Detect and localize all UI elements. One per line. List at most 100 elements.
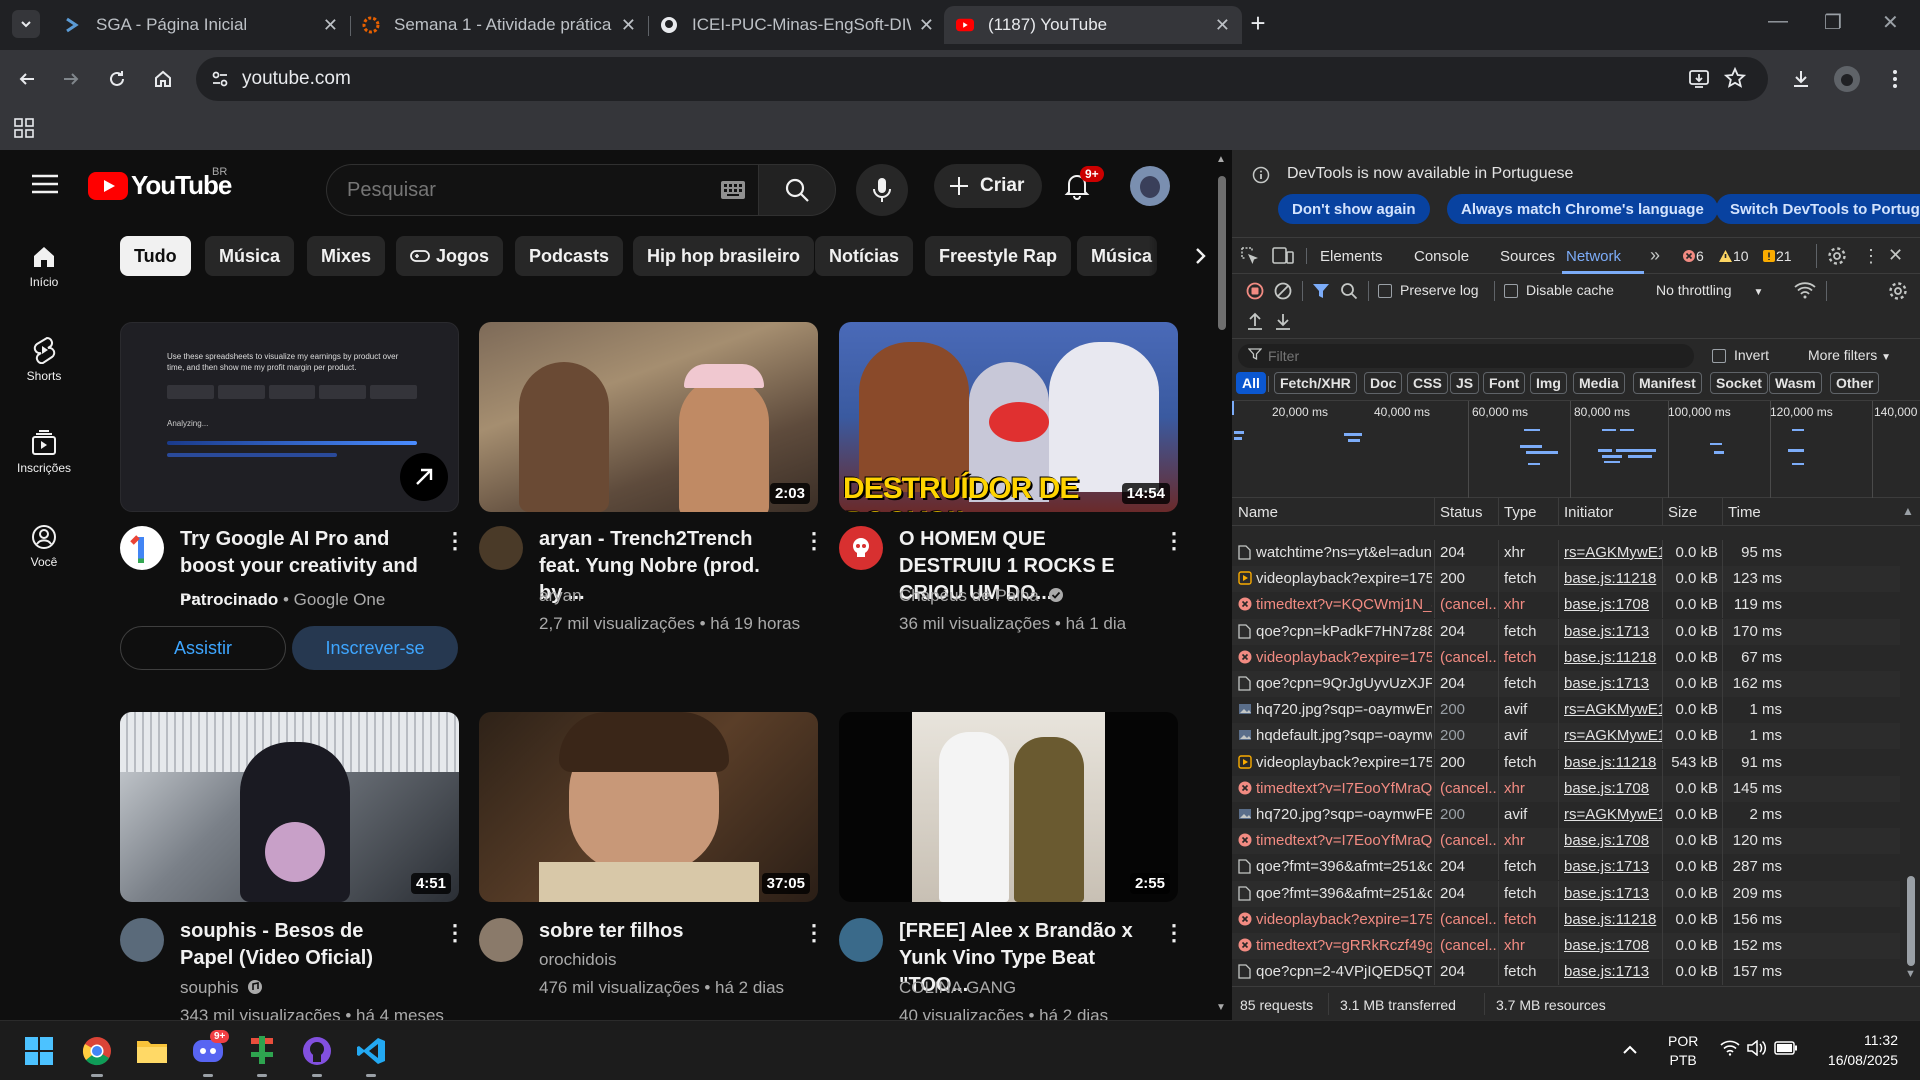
filter-funnel-icon[interactable] bbox=[1312, 282, 1330, 303]
filter-socket[interactable]: Socket bbox=[1710, 372, 1768, 394]
sidenav-home[interactable]: Início bbox=[0, 244, 88, 289]
cell-initiator[interactable]: rs=AGKMywE1MR bbox=[1564, 802, 1662, 828]
network-request-row[interactable]: timedtext?v=I7EooYfMraQ&ei... (cancel... x… bbox=[1232, 828, 1900, 855]
match-language-button[interactable]: Always match Chrome's language bbox=[1447, 194, 1718, 224]
channel-avatar[interactable] bbox=[479, 918, 523, 962]
chip-podcasts[interactable]: Podcasts bbox=[515, 236, 624, 276]
search-icon[interactable] bbox=[1340, 282, 1358, 303]
cell-initiator[interactable]: base.js:1713 bbox=[1564, 854, 1662, 880]
site-info-icon[interactable] bbox=[210, 69, 230, 95]
inspect-element-icon[interactable] bbox=[1240, 246, 1260, 269]
channel-name[interactable]: aryan bbox=[539, 582, 582, 609]
settings-gear-icon[interactable] bbox=[1827, 246, 1847, 269]
cell-initiator[interactable]: base.js:1713 bbox=[1564, 619, 1662, 645]
ad-thumbnail[interactable]: Use these spreadsheets to visualize my e… bbox=[120, 322, 459, 512]
tab-github[interactable]: ICEI-PUC-Minas-EngSoft-DIW/ ✕ bbox=[648, 6, 946, 44]
cell-initiator[interactable]: base.js:1708 bbox=[1564, 592, 1662, 618]
record-stop-icon[interactable] bbox=[1246, 282, 1264, 303]
chips-next-button[interactable] bbox=[1148, 236, 1208, 276]
chip-news[interactable]: Notícias bbox=[815, 236, 914, 276]
voice-search-button[interactable] bbox=[856, 164, 908, 216]
cell-initiator[interactable]: rs=AGKMywE1MR bbox=[1564, 697, 1662, 723]
timeline-overview[interactable]: 20,000 ms 40,000 ms 60,000 ms 80,000 ms … bbox=[1232, 400, 1920, 499]
sidenav-you[interactable]: Você bbox=[0, 524, 88, 569]
panel-elements[interactable]: Elements bbox=[1320, 248, 1383, 265]
close-icon[interactable]: ✕ bbox=[919, 15, 934, 36]
close-devtools-icon[interactable]: ✕ bbox=[1888, 245, 1903, 266]
scroll-down-icon[interactable]: ▼ bbox=[1905, 968, 1916, 980]
address-bar[interactable]: youtube.com bbox=[196, 57, 1768, 101]
video-menu-button[interactable]: ⋮ bbox=[1163, 920, 1185, 946]
col-initiator[interactable]: Initiator bbox=[1564, 504, 1613, 521]
back-button[interactable] bbox=[12, 64, 42, 94]
tab-search-button[interactable] bbox=[12, 10, 40, 38]
channel-avatar[interactable] bbox=[120, 918, 164, 962]
external-link-icon[interactable] bbox=[400, 453, 448, 501]
import-har-icon[interactable] bbox=[1246, 312, 1264, 335]
filter-doc[interactable]: Doc bbox=[1364, 372, 1403, 394]
search-button[interactable] bbox=[758, 164, 836, 216]
tab-youtube[interactable]: (1187) YouTube ✕ bbox=[944, 6, 1242, 44]
invert-checkbox[interactable] bbox=[1712, 349, 1726, 363]
battery-icon[interactable] bbox=[1774, 1041, 1798, 1060]
network-request-row[interactable]: hq720.jpg?sqp=-oaymwEnCN... 200 avif rs=AGK… bbox=[1232, 697, 1900, 724]
close-icon[interactable]: ✕ bbox=[1215, 15, 1230, 36]
chip-freestyle[interactable]: Freestyle Rap bbox=[925, 236, 1072, 276]
scrollbar-thumb[interactable] bbox=[1218, 176, 1226, 330]
filter-css[interactable]: CSS bbox=[1407, 372, 1448, 394]
cell-initiator[interactable]: base.js:11218 bbox=[1564, 907, 1662, 933]
volume-icon[interactable] bbox=[1746, 1039, 1767, 1061]
table-scrollbar[interactable]: ▼ bbox=[1902, 526, 1920, 986]
more-filters-dropdown[interactable]: More filters ▼ bbox=[1808, 347, 1891, 363]
switch-language-button[interactable]: Switch DevTools to Portugu bbox=[1716, 194, 1920, 224]
create-button[interactable]: Criar bbox=[934, 164, 1042, 208]
video-menu-button[interactable]: ⋮ bbox=[1163, 528, 1185, 554]
cell-initiator[interactable]: base.js:11218 bbox=[1564, 566, 1662, 592]
cell-initiator[interactable]: rs=AGKMywE1MR bbox=[1564, 723, 1662, 749]
network-request-row[interactable]: videoplayback?expire=175537... 200 fetch ba… bbox=[1232, 566, 1900, 593]
discord-taskbar-icon[interactable]: 9+ bbox=[192, 1030, 230, 1077]
profile-avatar[interactable] bbox=[1834, 66, 1860, 92]
language-indicator[interactable]: POR PTB bbox=[1668, 1032, 1698, 1070]
filter-fetch-xhr[interactable]: Fetch/XHR bbox=[1274, 372, 1357, 394]
home-button[interactable] bbox=[148, 64, 178, 94]
cell-initiator[interactable]: base.js:11218 bbox=[1564, 750, 1662, 776]
col-name[interactable]: Name bbox=[1238, 504, 1278, 521]
cell-initiator[interactable]: base.js:11218 bbox=[1564, 645, 1662, 671]
chip-music-2[interactable]: Música bbox=[1077, 236, 1157, 276]
cell-initiator[interactable]: base.js:1708 bbox=[1564, 776, 1662, 802]
account-avatar[interactable] bbox=[1130, 166, 1170, 206]
col-size[interactable]: Size bbox=[1668, 504, 1697, 521]
chip-hiphop[interactable]: Hip hop brasileiro bbox=[633, 236, 815, 276]
downloads-button[interactable] bbox=[1786, 64, 1816, 94]
scroll-down-icon[interactable]: ▼ bbox=[1216, 1002, 1226, 1013]
network-request-row[interactable]: timedtext?v=I7EooYfMraQ&ei... (cancel... x… bbox=[1232, 775, 1900, 802]
filter-wasm[interactable]: Wasm bbox=[1769, 372, 1822, 394]
table-scroll-thumb[interactable] bbox=[1907, 876, 1915, 966]
dont-show-button[interactable]: Don't show again bbox=[1278, 194, 1430, 224]
cell-initiator[interactable]: base.js:1713 bbox=[1564, 959, 1662, 985]
channel-avatar[interactable] bbox=[479, 526, 523, 570]
network-request-row[interactable]: qoe?cpn=2-4VPjIQED5QTGUe... 204 fetch base.… bbox=[1232, 959, 1900, 986]
network-request-row[interactable]: hq720.jpg?sqp=-oaymwFBCN... 200 avif rs=AGK… bbox=[1232, 802, 1900, 828]
scroll-up-icon[interactable]: ▲ bbox=[1216, 154, 1226, 165]
vscode-taskbar-icon[interactable] bbox=[356, 1036, 386, 1077]
chip-games[interactable]: Jogos bbox=[396, 236, 504, 276]
filter-media[interactable]: Media bbox=[1573, 372, 1625, 394]
windows-start-icon[interactable] bbox=[24, 1036, 54, 1071]
bookmark-star-icon[interactable] bbox=[1723, 66, 1747, 95]
col-time[interactable]: Time bbox=[1728, 504, 1761, 521]
sidenav-shorts[interactable]: Shorts bbox=[0, 336, 88, 383]
ad-watch-button[interactable]: Assistir bbox=[120, 626, 286, 670]
video-menu-button[interactable]: ⋮ bbox=[803, 920, 825, 946]
reload-button[interactable] bbox=[102, 64, 132, 94]
video-thumbnail[interactable]: 37:05 bbox=[479, 712, 818, 902]
channel-name[interactable]: COLINA GANG bbox=[899, 974, 1016, 1001]
page-scrollbar[interactable]: ▲ ▼ bbox=[1212, 150, 1232, 1020]
chip-mixes[interactable]: Mixes bbox=[307, 236, 386, 276]
tab-canvas[interactable]: Semana 1 - Atividade prática ✕ bbox=[350, 6, 648, 44]
filter-js[interactable]: JS bbox=[1450, 372, 1480, 394]
chip-music[interactable]: Música bbox=[205, 236, 295, 276]
video-title[interactable]: sobre ter filhos bbox=[539, 918, 769, 945]
panel-console[interactable]: Console bbox=[1414, 248, 1469, 265]
